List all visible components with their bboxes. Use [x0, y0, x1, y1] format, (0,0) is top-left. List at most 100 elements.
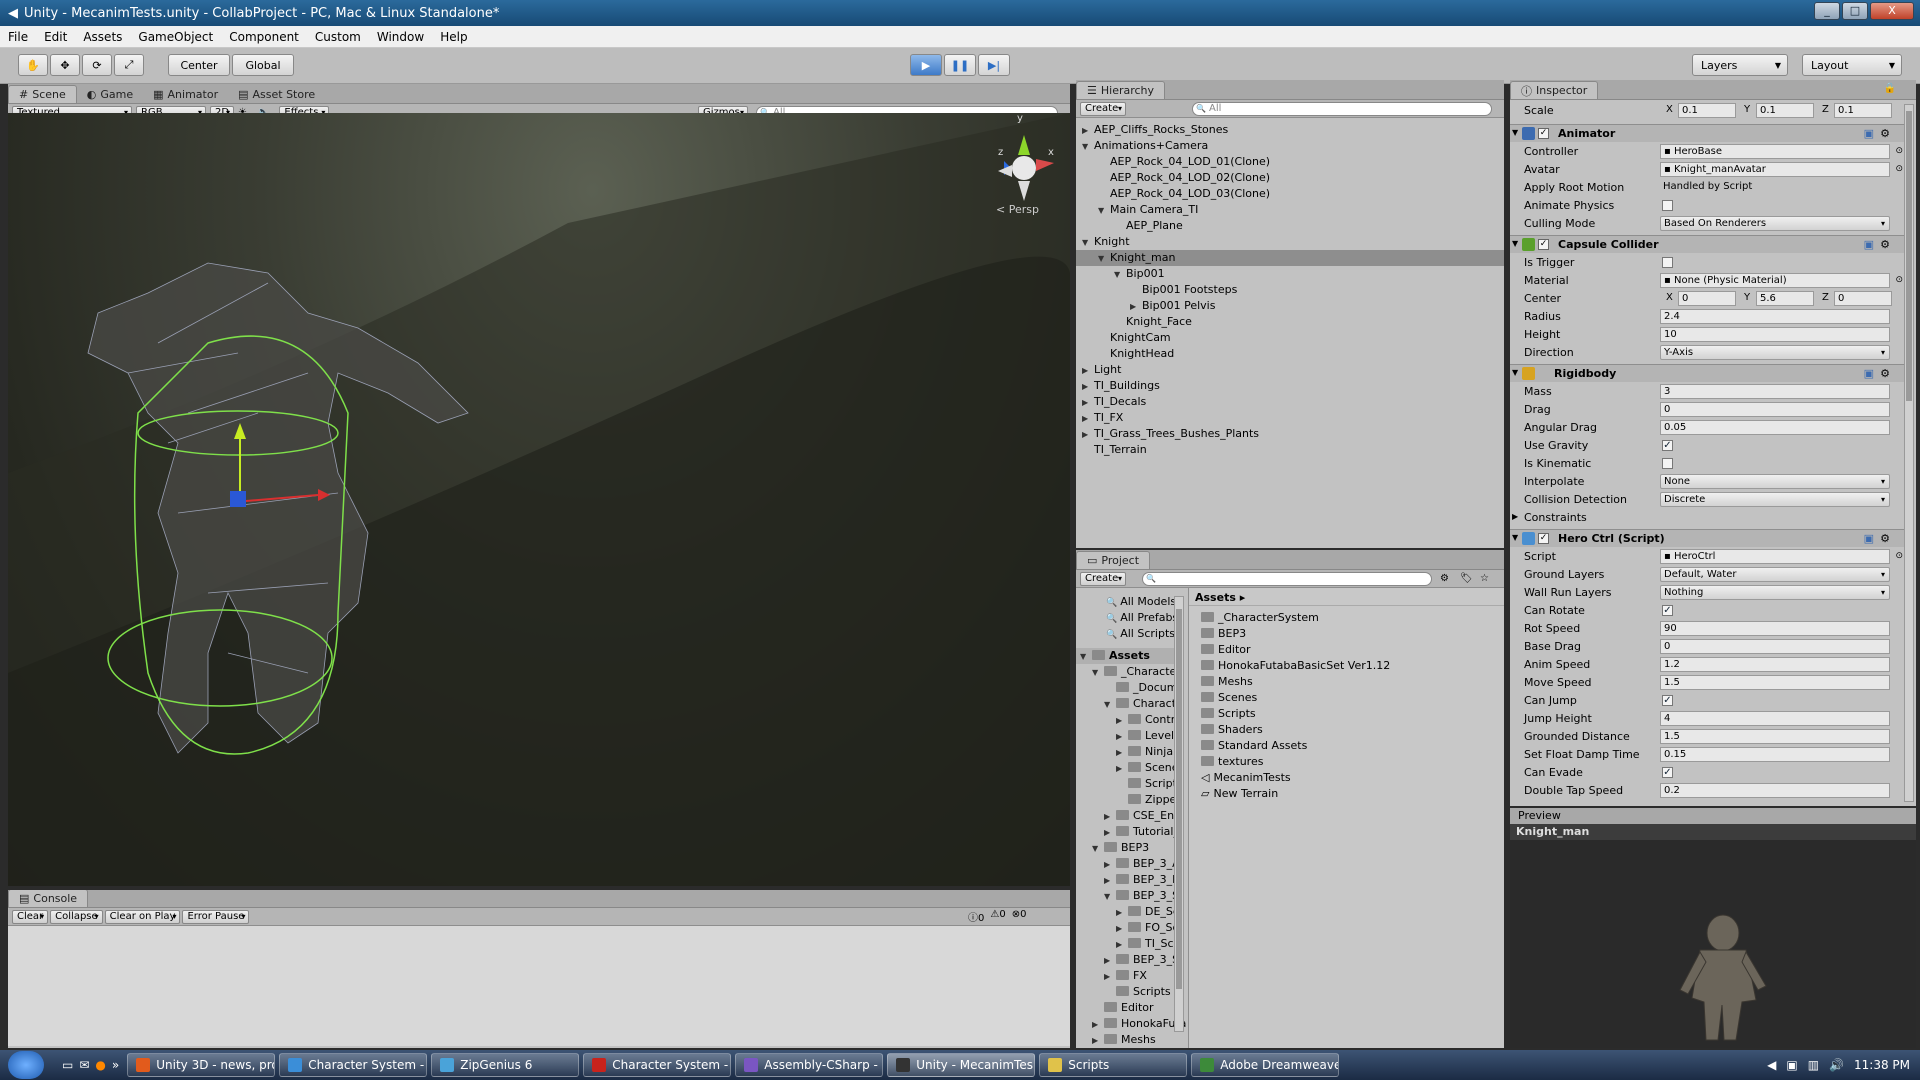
- collapsed-arrow-icon[interactable]: ▶: [1092, 1017, 1104, 1033]
- maximize-button[interactable]: □: [1842, 2, 1868, 20]
- asset-item[interactable]: textures: [1201, 754, 1263, 770]
- hierarchy-item[interactable]: Knight_Face: [1076, 314, 1192, 330]
- property-checkbox[interactable]: ✓: [1662, 767, 1673, 778]
- project-folder-item[interactable]: Zipper: [1116, 792, 1181, 808]
- collapsed-arrow-icon[interactable]: ▶: [1104, 953, 1116, 969]
- object-picker-icon[interactable]: ⊙: [1895, 274, 1903, 287]
- collapsed-arrow-icon[interactable]: ▶: [1116, 729, 1128, 745]
- tab-asset-store[interactable]: ▤ Asset Store: [228, 85, 325, 103]
- tab-project[interactable]: ▭ Project: [1076, 551, 1151, 569]
- property-dropdown[interactable]: Nothing: [1660, 585, 1890, 600]
- property-field[interactable]: 3: [1660, 384, 1890, 399]
- asset-item[interactable]: _CharacterSystem: [1201, 610, 1319, 626]
- tab-scene[interactable]: # Scene: [8, 85, 77, 103]
- tray-app-icon[interactable]: ▣: [1786, 1058, 1797, 1072]
- expanded-arrow-icon[interactable]: ▼: [1512, 128, 1518, 137]
- help-icon[interactable]: ▣: [1864, 238, 1874, 251]
- gear-icon[interactable]: ⚙: [1880, 238, 1890, 251]
- firefox-icon[interactable]: ●: [95, 1058, 105, 1072]
- asset-item[interactable]: HonokaFutabaBasicSet Ver1.12: [1201, 658, 1390, 674]
- project-folder-item[interactable]: ▼ Characte: [1104, 696, 1183, 712]
- layers-dropdown[interactable]: Layers ▼: [1692, 54, 1788, 76]
- collapsed-arrow-icon[interactable]: ▶: [1104, 857, 1116, 873]
- object-picker-icon[interactable]: ⊙: [1895, 550, 1903, 563]
- expanded-arrow-icon[interactable]: ▼: [1104, 889, 1116, 905]
- project-folder-item[interactable]: ▶ CSE_Env: [1104, 808, 1181, 824]
- favorite-star-icon[interactable]: ☆: [1480, 573, 1489, 584]
- hierarchy-item[interactable]: ▶ Light: [1076, 362, 1121, 378]
- hierarchy-item[interactable]: Bip001 Footsteps: [1076, 282, 1237, 298]
- expanded-arrow-icon[interactable]: ▼: [1098, 203, 1110, 219]
- property-checkbox[interactable]: ✓: [1662, 605, 1673, 616]
- center-x-field[interactable]: 0: [1678, 291, 1736, 306]
- project-folder-item[interactable]: Editor: [1092, 1000, 1154, 1016]
- collapsed-arrow-icon[interactable]: ▶: [1082, 411, 1094, 427]
- hierarchy-item[interactable]: AEP_Plane: [1076, 218, 1183, 234]
- hierarchy-item[interactable]: ▶ TI_Buildings: [1076, 378, 1160, 394]
- property-field[interactable]: 0.15: [1660, 747, 1890, 762]
- hierarchy-item[interactable]: KnightHead: [1076, 346, 1174, 362]
- project-folder-item[interactable]: ▶ Level: [1116, 728, 1174, 744]
- collapsed-arrow-icon[interactable]: ▶: [1512, 512, 1518, 521]
- property-checkbox[interactable]: [1662, 458, 1673, 469]
- menu-gameobject[interactable]: GameObject: [130, 30, 221, 44]
- email-icon[interactable]: ✉: [79, 1058, 89, 1072]
- scale-z-field[interactable]: 0.1: [1834, 103, 1892, 118]
- property-field[interactable]: 1.5: [1660, 729, 1890, 744]
- filter-label-icon[interactable]: 🏷: [1460, 573, 1473, 584]
- menu-help[interactable]: Help: [432, 30, 475, 44]
- taskbar-task[interactable]: Assembly-CSharp - ...: [735, 1053, 884, 1077]
- collapsed-arrow-icon[interactable]: ▶: [1082, 427, 1094, 443]
- collapsed-arrow-icon[interactable]: ▶: [1116, 713, 1128, 729]
- console-collapse-button[interactable]: Collapse: [50, 909, 103, 924]
- pivot-center-button[interactable]: Center: [168, 54, 230, 76]
- hierarchy-item[interactable]: ▼ Knight_man: [1076, 250, 1504, 266]
- taskbar-task[interactable]: Adobe Dreamweave...: [1191, 1053, 1340, 1077]
- hierarchy-item[interactable]: AEP_Rock_04_LOD_03(Clone): [1076, 186, 1270, 202]
- asset-item[interactable]: ▱ New Terrain: [1201, 786, 1278, 802]
- console-error-pause-button[interactable]: Error Pause: [182, 909, 250, 924]
- project-folder-item[interactable]: Scripts: [1104, 984, 1171, 1000]
- pivot-global-button[interactable]: Global: [232, 54, 294, 76]
- project-folder-item[interactable]: ▶ Meshs: [1092, 1032, 1156, 1048]
- asset-item[interactable]: Shaders: [1201, 722, 1263, 738]
- project-folder-item[interactable]: _Docum: [1104, 680, 1177, 696]
- tray-expand-icon[interactable]: ◀: [1767, 1058, 1776, 1072]
- hierarchy-item[interactable]: ▼ Animations+Camera: [1076, 138, 1208, 154]
- project-folder-item[interactable]: ▶ BEP_3_A: [1104, 856, 1180, 872]
- asset-item[interactable]: Scripts: [1201, 706, 1256, 722]
- show-desktop-icon[interactable]: ▭: [62, 1058, 73, 1072]
- collapsed-arrow-icon[interactable]: ▶: [1104, 969, 1116, 985]
- collapsed-arrow-icon[interactable]: ▶: [1092, 1033, 1104, 1048]
- collapsed-arrow-icon[interactable]: ▶: [1104, 825, 1116, 841]
- collapsed-arrow-icon[interactable]: ▶: [1116, 905, 1128, 921]
- property-field[interactable]: 0: [1660, 402, 1890, 417]
- hierarchy-item[interactable]: AEP_Rock_04_LOD_02(Clone): [1076, 170, 1270, 186]
- project-folder-item[interactable]: ▶ Contr: [1116, 712, 1175, 728]
- tab-inspector[interactable]: ⓘ Inspector: [1510, 81, 1599, 99]
- property-checkbox[interactable]: [1662, 257, 1673, 268]
- asset-item[interactable]: Scenes: [1201, 690, 1257, 706]
- pause-icon[interactable]: ❚❚: [944, 54, 976, 76]
- property-field[interactable]: 0.05: [1660, 420, 1890, 435]
- assets-breadcrumb[interactable]: Assets ▸: [1189, 588, 1504, 606]
- expanded-arrow-icon[interactable]: ▼: [1092, 841, 1104, 857]
- property-checkbox[interactable]: [1662, 200, 1673, 211]
- rotate-tool-icon[interactable]: ⟳: [82, 54, 112, 76]
- info-count-toggle[interactable]: ⓘ0: [968, 909, 984, 924]
- menu-window[interactable]: Window: [369, 30, 432, 44]
- collapsed-arrow-icon[interactable]: ▶: [1082, 379, 1094, 395]
- expanded-arrow-icon[interactable]: ▼: [1082, 235, 1094, 251]
- collapsed-arrow-icon[interactable]: ▶: [1104, 809, 1116, 825]
- property-checkbox[interactable]: ✓: [1662, 440, 1673, 451]
- play-icon[interactable]: ▶: [910, 54, 942, 76]
- gear-icon[interactable]: ⚙: [1880, 127, 1890, 140]
- capsule-enabled-checkbox[interactable]: ✓: [1538, 239, 1549, 250]
- hand-tool-icon[interactable]: ✋: [18, 54, 48, 76]
- hierarchy-item[interactable]: ▼ Knight: [1076, 234, 1130, 250]
- project-folder-item[interactable]: ▼ _Character: [1092, 664, 1181, 680]
- close-button[interactable]: X: [1870, 2, 1914, 20]
- taskbar-task[interactable]: Unity - MecanimTes...: [887, 1053, 1036, 1077]
- project-folder-item[interactable]: ▼ BEP3: [1092, 840, 1149, 856]
- asset-item[interactable]: BEP3: [1201, 626, 1246, 642]
